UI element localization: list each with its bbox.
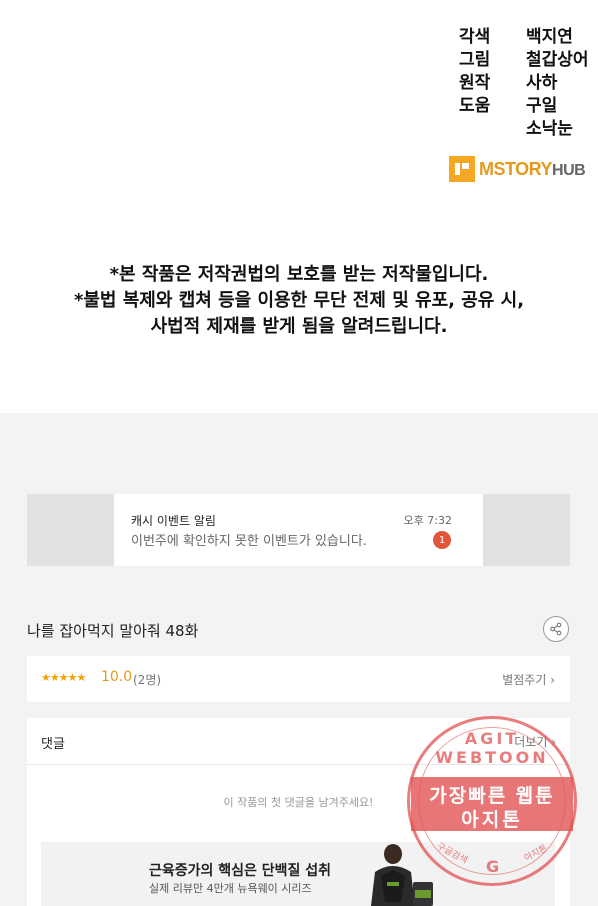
credit-name: 구일 (526, 96, 558, 116)
notification-banner[interactable]: 캐시 이벤트 알림 이번주에 확인하지 못한 이벤트가 있습니다. 오후 7:3… (27, 494, 570, 566)
notice-line: *본 작품은 저작권법의 보호를 받는 저작물입니다. (109, 264, 489, 285)
credit-role: 도움 (459, 96, 491, 116)
webtoon-page-end: 각색 백지연 그림 철갑상어 원작 사하 도움 구일 소낙눈 MSTORYHUB… (0, 0, 598, 413)
notification-message: 이번주에 확인하지 못한 이벤트가 있습니다. (131, 534, 367, 549)
notification-title: 캐시 이벤트 알림 (131, 514, 216, 528)
credit-name: 사하 (526, 73, 558, 93)
ad-title: 근육증가의 핵심은 단백질 섭취 (149, 863, 332, 879)
credit-name: 백지연 (526, 27, 573, 47)
stamp-band-line1: 가장빠른 웹툰 (429, 785, 555, 807)
notice-line: 사법적 제재를 받게 됨을 알려드립니다. (150, 316, 448, 337)
copyright-notice: *본 작품은 저작권법의 보호를 받는 저작물입니다. *불법 복제와 캡쳐 등… (0, 262, 598, 340)
notice-line: *불법 복제와 캡쳐 등을 이용한 무단 전제 및 유포, 공유 시, (73, 290, 525, 311)
rating-bar: ★★★★★ 10.0 (2명) 별점주기 › (27, 656, 570, 702)
credit-role: 원작 (459, 73, 491, 93)
rating-score: 10.0 (101, 669, 133, 685)
rate-button[interactable]: 별점주기 › (502, 671, 555, 688)
rating-stars-icon: ★★★★★ (41, 671, 86, 684)
stamp-band: 가장빠른 웹툰 아지톤 (411, 777, 573, 831)
notification-badge: 1 (433, 531, 451, 549)
rating-count: (2명) (133, 673, 162, 687)
logo-text: MSTORYHUB (479, 158, 586, 179)
share-icon (550, 622, 562, 636)
stamp-ring-text: AGIT WEBTOON (435, 729, 549, 767)
google-icon: G (486, 857, 500, 876)
credit-role: 그림 (459, 50, 491, 70)
credit-role: 각색 (459, 27, 491, 47)
comments-title: 댓글 (41, 737, 65, 752)
mstoryhub-logo: MSTORYHUB (449, 155, 589, 183)
ad-subtitle: 실제 리뷰만 4만개 뉴욕웨이 시리즈 (149, 882, 312, 895)
episode-title: 나를 잡아먹지 말아줘 48화 (27, 622, 199, 640)
notification-card[interactable]: 캐시 이벤트 알림 이번주에 확인하지 못한 이벤트가 있습니다. 오후 7:3… (114, 494, 483, 566)
credit-name: 소낙눈 (526, 119, 573, 139)
notification-time: 오후 7:32 (403, 514, 452, 527)
watermark-stamp: AGIT WEBTOON 가장빠른 웹툰 아지톤 구글검색 G 아지톤 (407, 716, 577, 886)
credit-name: 철갑상어 (526, 50, 589, 70)
logo-mark-icon (449, 156, 475, 182)
share-button[interactable] (543, 616, 569, 642)
stamp-band-line2: 아지톤 (461, 809, 523, 831)
